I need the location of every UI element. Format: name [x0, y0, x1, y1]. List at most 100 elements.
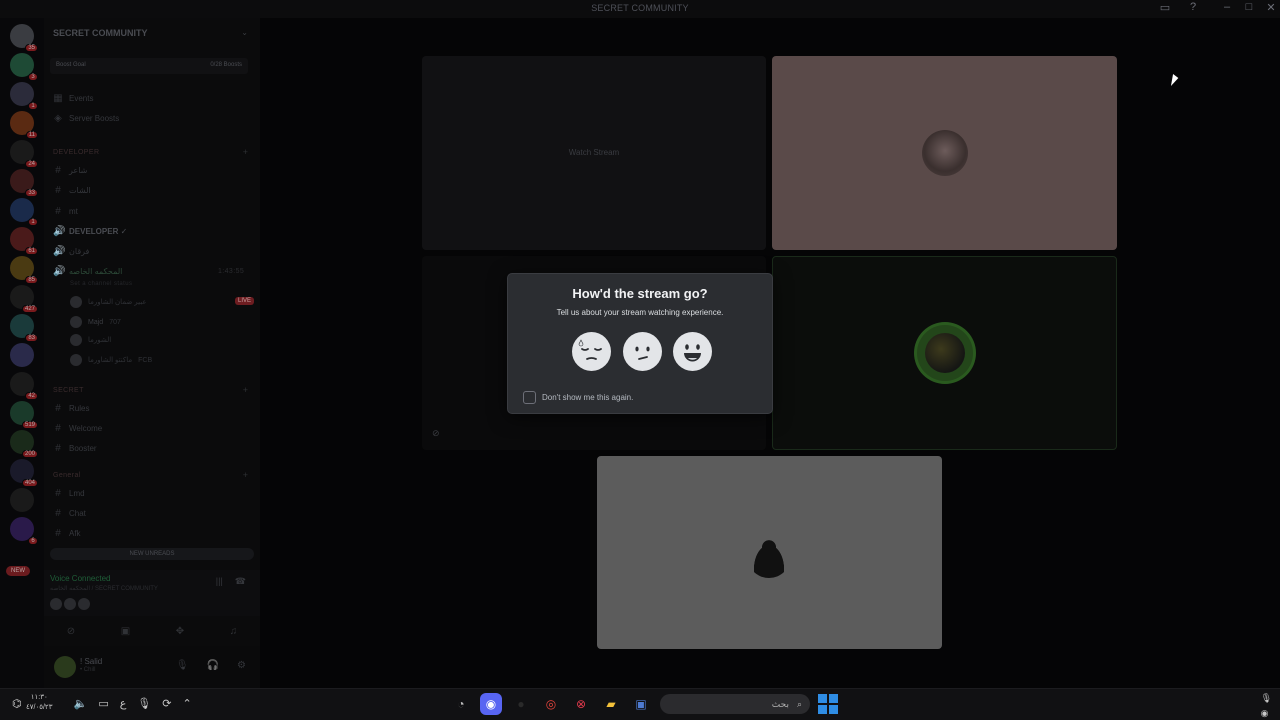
app-icon[interactable]: ◔	[450, 693, 472, 715]
system-clock[interactable]: ١١:٣٠ ٤٧/٠٥/٢٣	[26, 693, 52, 713]
microphone-icon[interactable]: 🎙	[137, 697, 151, 710]
monitor-icon[interactable]: ▭	[98, 697, 108, 710]
channel-item[interactable]: # شاعر	[53, 162, 87, 178]
close-button[interactable]: ✕	[1260, 1, 1280, 14]
app-icon[interactable]: ●	[510, 693, 532, 715]
server-icon[interactable]: 35	[10, 24, 38, 52]
server-icon[interactable]: 404	[10, 459, 38, 487]
inbox-icon[interactable]: ▭	[1154, 1, 1176, 14]
file-explorer-icon[interactable]: ▰	[600, 693, 622, 715]
add-channel-icon[interactable]: +	[243, 385, 248, 395]
add-channel-icon[interactable]: +	[243, 470, 248, 480]
voice-channel-item[interactable]: 🔊 فرقان	[53, 243, 89, 259]
server-icon[interactable]: 519	[10, 401, 38, 429]
server-icon[interactable]: 33	[10, 169, 38, 197]
server-icon[interactable]: 3	[10, 53, 38, 81]
microphone-icon[interactable]: 🎙	[176, 660, 189, 671]
channel-item[interactable]: # Welcome	[53, 420, 102, 436]
maximize-button[interactable]: □	[1238, 1, 1260, 13]
category-developer[interactable]: DEVELOPER	[53, 149, 99, 156]
voice-user[interactable]: Majd 707	[70, 314, 121, 330]
new-pill[interactable]: NEW	[6, 566, 30, 576]
screen-share-icon[interactable]: ▣	[121, 626, 130, 637]
server-icon[interactable]	[10, 343, 34, 367]
server-icon[interactable]: 1	[10, 198, 38, 226]
calendar-icon: ▦	[53, 92, 63, 104]
chrome-icon[interactable]: ◎	[540, 693, 562, 715]
sidebar-item-server-boosts[interactable]: ◈ Server Boosts	[53, 110, 119, 126]
noise-suppression-icon[interactable]: |||	[216, 576, 223, 587]
server-icon[interactable]: 427	[10, 285, 38, 313]
hash-icon: #	[55, 422, 61, 434]
channel-label: Welcome	[69, 423, 103, 433]
volume-icon[interactable]: 🔈	[74, 697, 88, 710]
chevron-up-icon[interactable]: ⌃	[182, 697, 191, 710]
dont-show-again-row[interactable]: Don't show me this again.	[523, 391, 633, 404]
category-general[interactable]: General	[53, 472, 81, 479]
server-icon[interactable]	[10, 488, 34, 512]
headphones-icon[interactable]: 🎧	[207, 660, 219, 671]
server-icon[interactable]: 24	[10, 140, 38, 168]
voice-connected-label[interactable]: Voice Connected	[50, 574, 111, 583]
category-secret[interactable]: SECRET	[53, 387, 84, 394]
unread-badge: 11	[25, 131, 38, 139]
server-icon[interactable]: 42	[10, 372, 38, 400]
server-name[interactable]: SECRET COMMUNITY	[53, 28, 148, 38]
soundboard-icon[interactable]: ♫	[230, 626, 238, 637]
sidebar-item-events[interactable]: ▦ Events	[53, 90, 93, 106]
disconnect-icon[interactable]: ☎	[235, 576, 246, 587]
voice-channel-item[interactable]: 🔊 DEVELOPER ✓	[53, 223, 127, 239]
voice-user[interactable]: ماكنتو الشاورما FCB	[70, 352, 152, 368]
sad-face-icon[interactable]	[572, 332, 611, 371]
voice-user[interactable]: عبير ضمان الشاورما	[70, 294, 147, 310]
participant-tile[interactable]	[772, 256, 1117, 450]
hash-icon: #	[55, 205, 61, 217]
camera-off-icon[interactable]: ⊘	[67, 626, 75, 637]
channel-item[interactable]: # Lmd	[53, 485, 84, 501]
channel-item[interactable]: # الشات	[53, 182, 91, 198]
server-icon[interactable]: 11	[10, 111, 38, 139]
gear-icon[interactable]: ⚙	[237, 660, 246, 671]
location-icon[interactable]: ◉	[1261, 708, 1272, 719]
voice-user[interactable]: الشورما	[70, 332, 111, 348]
server-icon[interactable]: 1	[10, 82, 38, 110]
channel-item[interactable]: # Chat	[53, 505, 86, 521]
add-channel-icon[interactable]: +	[243, 147, 248, 157]
minimize-button[interactable]: –	[1216, 1, 1238, 13]
app-icon[interactable]: ▣	[630, 693, 652, 715]
avatar[interactable]	[54, 656, 76, 678]
sync-icon[interactable]: ⟳	[162, 697, 171, 710]
server-icon[interactable]: 61	[10, 227, 38, 255]
channel-item[interactable]: # Rules	[53, 400, 89, 416]
channel-item[interactable]: # Afk	[53, 525, 80, 541]
user-name[interactable]: ! Salid	[80, 657, 102, 666]
channel-item[interactable]: # mt	[53, 203, 78, 219]
windows-start-button[interactable]	[818, 694, 838, 714]
neutral-face-icon[interactable]	[622, 332, 662, 371]
participant-tile[interactable]	[772, 56, 1117, 250]
network-icon[interactable]: ⌬	[12, 697, 22, 710]
taskbar-search[interactable]: بحث ⌕	[660, 694, 810, 714]
channel-status[interactable]: Set a channel status	[70, 281, 132, 287]
brave-icon[interactable]: ⊗	[570, 693, 592, 715]
voice-channel-active[interactable]: 🔊 المحكمه الخاصه	[53, 263, 122, 279]
boost-goal-bar[interactable]: Boost Goal 0/28 Boosts	[50, 58, 248, 74]
avatar	[78, 598, 90, 610]
server-icon[interactable]: 6	[10, 517, 38, 545]
discord-app-icon[interactable]: ◉	[480, 693, 502, 715]
server-icon[interactable]: 85	[10, 256, 38, 284]
activities-icon[interactable]: ✥	[176, 626, 184, 637]
watch-stream-label[interactable]: Watch Stream	[422, 148, 766, 157]
help-icon[interactable]: ?	[1182, 1, 1204, 13]
language-indicator[interactable]: ع	[120, 697, 127, 710]
dont-show-again-checkbox[interactable]	[523, 391, 536, 404]
stream-tile[interactable]: Watch Stream	[422, 56, 766, 250]
new-unreads-bar[interactable]: NEW UNREADS	[50, 548, 254, 560]
microphone-icon[interactable]: 🎙	[1261, 693, 1272, 704]
server-icon[interactable]: 200	[10, 430, 38, 458]
channel-item[interactable]: # Booster	[53, 440, 96, 456]
chevron-down-icon[interactable]: ⌄	[241, 28, 248, 37]
happy-face-icon[interactable]	[673, 332, 712, 371]
server-icon[interactable]: 83	[10, 314, 38, 342]
participant-tile[interactable]	[597, 456, 942, 649]
